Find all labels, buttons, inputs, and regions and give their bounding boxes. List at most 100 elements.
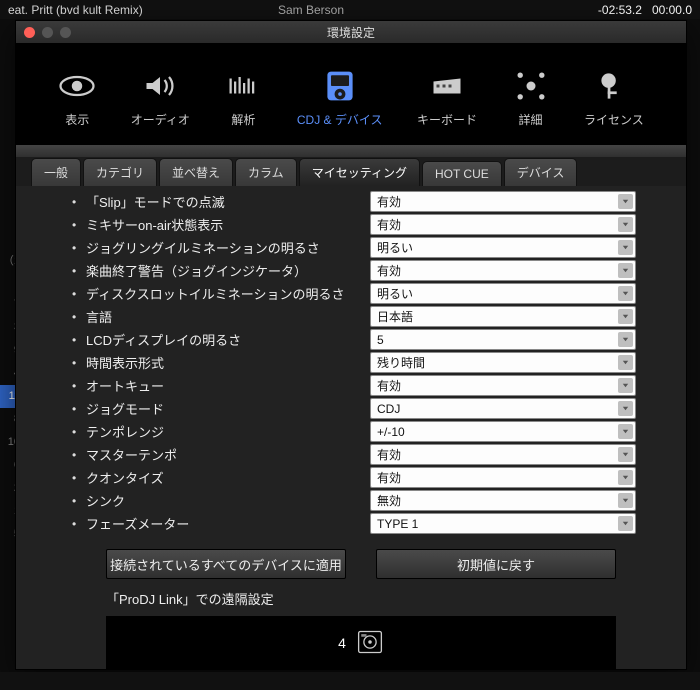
bullet-icon: • (72, 195, 76, 209)
toolbar-label: 表示 (65, 111, 89, 128)
setting-select-11[interactable]: 有効 (370, 444, 636, 465)
setting-label: ディスクスロットイルミネーションの明るさ (86, 284, 366, 303)
toolbar-label: キーボード (417, 111, 477, 128)
prodj-link-device[interactable]: 4 (106, 616, 616, 669)
setting-label: 時間表示形式 (86, 353, 366, 372)
toolbar-label: ライセンス (584, 111, 644, 128)
bullet-icon: • (72, 402, 76, 416)
toolbar-item-4[interactable]: キーボード (417, 67, 477, 128)
setting-select-7[interactable]: 残り時間 (370, 352, 636, 373)
chevron-down-icon (618, 424, 633, 439)
toolbar-item-1[interactable]: オーディオ (131, 67, 190, 128)
setting-value: 有効 (377, 262, 401, 279)
bullet-icon: • (72, 333, 76, 347)
toolbar-item-0[interactable]: 表示 (58, 67, 96, 128)
setting-label: 楽曲終了警告（ジョグインジケータ） (86, 261, 366, 280)
setting-value: 無効 (377, 492, 401, 509)
setting-select-8[interactable]: 有効 (370, 375, 636, 396)
setting-label: 「Slip」モードでの点滅 (86, 192, 366, 211)
setting-select-1[interactable]: 有効 (370, 214, 636, 235)
setting-row: •ジョグモードCDJ (86, 397, 656, 420)
toolbar-item-2[interactable]: 解析 (224, 67, 262, 128)
chevron-down-icon (618, 309, 633, 324)
toolbar-label: オーディオ (131, 111, 190, 128)
setting-select-13[interactable]: 無効 (370, 490, 636, 511)
bullet-icon: • (72, 310, 76, 324)
audio-icon (141, 67, 179, 105)
advanced-icon (512, 67, 550, 105)
setting-select-6[interactable]: 5 (370, 329, 636, 350)
track-artist: Sam Berson (278, 3, 478, 17)
time-elapsed: 00:00.0 (652, 3, 692, 17)
bullet-icon: • (72, 517, 76, 531)
settings-list: •「Slip」モードでの点滅有効•ミキサーon-air状態表示有効•ジョグリング… (16, 186, 686, 535)
chevron-down-icon (618, 355, 633, 370)
toolbar-item-3[interactable]: CDJ & デバイス (297, 67, 383, 128)
setting-label: ミキサーon-air状態表示 (86, 215, 366, 234)
tab-2[interactable]: 並べ替え (159, 158, 233, 186)
bullet-icon: • (72, 287, 76, 301)
window-titlebar[interactable]: 環境設定 (16, 21, 686, 44)
toolbar-label: 詳細 (518, 111, 542, 128)
setting-select-10[interactable]: +/-10 (370, 421, 636, 442)
setting-select-9[interactable]: CDJ (370, 398, 636, 419)
setting-label: ジョグリングイルミネーションの明るさ (86, 238, 366, 257)
setting-label: テンポレンジ (86, 422, 366, 441)
tab-3[interactable]: カラム (235, 158, 297, 186)
setting-select-12[interactable]: 有効 (370, 467, 636, 488)
setting-value: 有効 (377, 446, 401, 463)
chevron-down-icon (618, 447, 633, 462)
tab-0[interactable]: 一般 (31, 158, 81, 186)
setting-select-5[interactable]: 日本語 (370, 306, 636, 327)
setting-value: 残り時間 (377, 354, 425, 371)
setting-row: •言語日本語 (86, 305, 656, 328)
setting-select-14[interactable]: TYPE 1 (370, 513, 636, 534)
toolbar-item-6[interactable]: ライセンス (584, 67, 644, 128)
chevron-down-icon (618, 516, 633, 531)
toolbar-item-5[interactable]: 詳細 (512, 67, 550, 128)
setting-value: 有効 (377, 216, 401, 233)
setting-row: •マスターテンポ有効 (86, 443, 656, 466)
chevron-down-icon (618, 332, 633, 347)
setting-value: 有効 (377, 377, 401, 394)
app-header: eat. Pritt (bvd kult Remix) Sam Berson -… (0, 0, 700, 19)
tab-4[interactable]: マイセッティング (299, 158, 420, 186)
tab-1[interactable]: カテゴリ (83, 158, 157, 186)
setting-label: ジョグモード (86, 399, 366, 418)
tab-6[interactable]: デバイス (504, 158, 578, 186)
setting-value: 有効 (377, 193, 401, 210)
preferences-window: 環境設定 表示オーディオ解析CDJ & デバイスキーボード詳細ライセンス 一般カ… (15, 20, 687, 670)
chevron-down-icon (618, 378, 633, 393)
setting-select-3[interactable]: 有効 (370, 260, 636, 281)
window-title: 環境設定 (16, 24, 686, 41)
setting-select-4[interactable]: 明るい (370, 283, 636, 304)
setting-row: •ジョグリングイルミネーションの明るさ明るい (86, 236, 656, 259)
setting-value: 5 (377, 333, 384, 347)
setting-value: 有効 (377, 469, 401, 486)
setting-row: •ミキサーon-air状態表示有効 (86, 213, 656, 236)
cdj-device-icon (356, 628, 384, 659)
chevron-down-icon (618, 217, 633, 232)
display-icon (58, 67, 96, 105)
toolbar-label: 解析 (231, 111, 255, 128)
preferences-toolbar: 表示 オーディオ 解析 CDJ & デバイス キーボード 詳細 ライセンス (16, 44, 686, 145)
analysis-icon (224, 67, 262, 105)
tab-5[interactable]: HOT CUE (422, 161, 502, 186)
setting-value: +/-10 (377, 425, 405, 439)
reset-defaults-button[interactable]: 初期値に戻す (376, 549, 616, 579)
setting-row: •「Slip」モードでの点滅有効 (86, 190, 656, 213)
bullet-icon: • (72, 471, 76, 485)
setting-row: •フェーズメーターTYPE 1 (86, 512, 656, 535)
chevron-down-icon (618, 286, 633, 301)
setting-row: •テンポレンジ+/-10 (86, 420, 656, 443)
bullet-icon: • (72, 448, 76, 462)
setting-label: マスターテンポ (86, 445, 366, 464)
setting-select-0[interactable]: 有効 (370, 191, 636, 212)
setting-label: LCDディスプレイの明るさ (86, 330, 366, 349)
chevron-down-icon (618, 401, 633, 416)
setting-select-2[interactable]: 明るい (370, 237, 636, 258)
toolbar-label: CDJ & デバイス (297, 111, 383, 128)
apply-all-devices-button[interactable]: 接続されているすべてのデバイスに適用 (106, 549, 346, 579)
chevron-down-icon (618, 493, 633, 508)
setting-value: TYPE 1 (377, 517, 418, 531)
